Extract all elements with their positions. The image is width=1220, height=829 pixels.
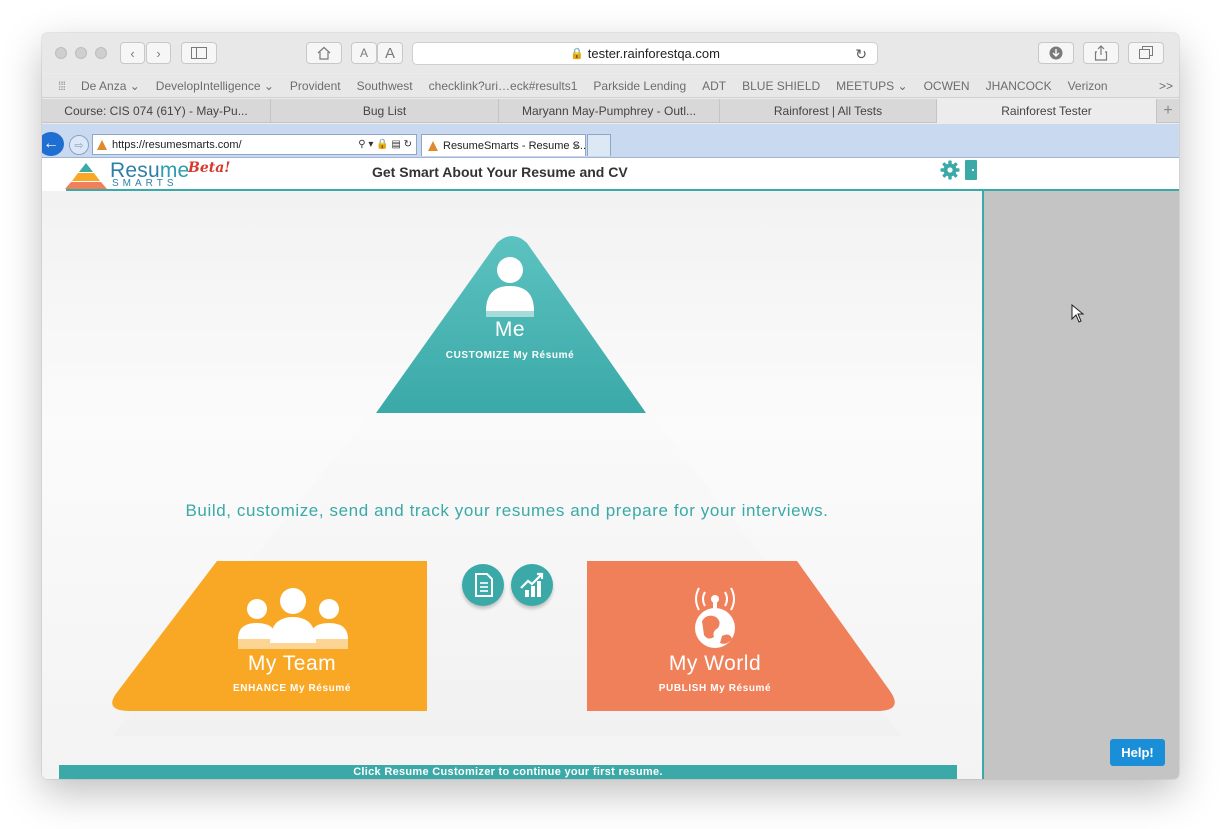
home-icon: [317, 46, 331, 60]
back-button[interactable]: ‹: [120, 42, 145, 64]
my-world-subtitle: PUBLISH My Résumé: [658, 683, 772, 694]
tab-course[interactable]: Course: CIS 074 (61Y) - May-Pu...: [42, 99, 271, 123]
logout-door-icon[interactable]: [965, 160, 977, 180]
close-window-button[interactable]: [55, 47, 67, 59]
bookmark-item[interactable]: OCWEN: [924, 79, 970, 93]
url-tools-icon[interactable]: ⚲ ▾ 🔒 ▤ ↻: [358, 139, 412, 150]
bookmark-item[interactable]: Southwest: [357, 79, 413, 93]
minimize-window-button[interactable]: [75, 47, 87, 59]
bookmarks-bar: ⁞⁞⁞ De Anza ⌄ DevelopIntelligence ⌄ Prov…: [42, 74, 1179, 98]
downloads-button[interactable]: [1038, 42, 1074, 64]
sidebar-button[interactable]: [181, 42, 217, 64]
browser-window: ‹ › A A 🔒 tester.rainforestqa.com ↻ ⁞⁞⁞ …: [42, 33, 1179, 779]
pyramid-graphic: [112, 236, 902, 736]
forward-arrow-icon[interactable]: ⇨: [69, 135, 89, 155]
inner-tab[interactable]: ResumeSmarts - Resume S... ×: [421, 134, 590, 156]
chevron-right-icon: ›: [156, 45, 161, 61]
growth-chart-icon: [520, 572, 544, 597]
my-world-title: My World: [668, 652, 762, 675]
share-icon: [1094, 45, 1108, 61]
bookmark-item[interactable]: Verizon: [1068, 79, 1108, 93]
bookmark-item[interactable]: De Anza ⌄: [81, 79, 140, 93]
me-title: Me: [494, 318, 526, 341]
sidebar-icon: [191, 47, 207, 59]
bookmark-item[interactable]: BLUE SHIELD: [742, 79, 820, 93]
tab-rainforest-tester[interactable]: Rainforest Tester: [937, 99, 1157, 123]
bookmark-item[interactable]: ADT: [702, 79, 726, 93]
reload-icon[interactable]: ↻: [855, 46, 867, 63]
close-icon[interactable]: ×: [572, 139, 579, 153]
my-team-title: My Team: [247, 652, 337, 675]
my-team-subtitle: ENHANCE My Résumé: [232, 683, 351, 694]
bookmarks-more[interactable]: >>: [1159, 79, 1173, 93]
forward-button[interactable]: ›: [146, 42, 171, 64]
headline: Build, customize, send and track your re…: [185, 501, 829, 520]
page-title: Get Smart About Your Resume and CV: [372, 164, 628, 180]
bookmark-item[interactable]: DevelopIntelligence ⌄: [156, 79, 274, 93]
bookmark-item[interactable]: Provident: [290, 79, 341, 93]
document-button[interactable]: [462, 564, 504, 606]
logo-subtitle: SMARTS: [112, 178, 178, 189]
bookmark-item[interactable]: checklink?uri…eck#results1: [429, 79, 578, 93]
tab-bar: Course: CIS 074 (61Y) - May-Pu... Bug Li…: [42, 99, 1179, 123]
tabs-overview-button[interactable]: [1128, 42, 1164, 64]
favicon-icon: [97, 139, 107, 150]
page-content: Resume SMARTS Beta! Get Smart About Your…: [42, 158, 1179, 779]
inner-browser-bar: ← ⇨ https://resumesmarts.com/ ⚲ ▾ 🔒 ▤ ↻ …: [42, 124, 1179, 158]
pyramid-logo-icon: [65, 163, 107, 189]
chevron-left-icon: ‹: [130, 45, 135, 61]
tab-bug-list[interactable]: Bug List: [271, 99, 499, 123]
tracking-button[interactable]: [511, 564, 553, 606]
resume-customizer-banner[interactable]: Click Resume Customizer to continue your…: [59, 765, 957, 779]
tabs-icon: [1139, 46, 1153, 59]
mouse-cursor-icon: [1071, 304, 1085, 323]
zoom-window-button[interactable]: [95, 47, 107, 59]
new-tab-button[interactable]: +: [1157, 99, 1179, 123]
address-bar[interactable]: 🔒 tester.rainforestqa.com ↻: [412, 42, 878, 65]
download-icon: [1049, 46, 1063, 60]
pyramid-area: Me CUSTOMIZE My Résumé Build, customize,…: [42, 191, 982, 779]
bookmark-item[interactable]: MEETUPS ⌄: [836, 79, 907, 93]
side-panel: [982, 191, 1179, 779]
inner-new-tab-button[interactable]: [587, 134, 611, 156]
grid-icon[interactable]: ⁞⁞⁞: [58, 79, 66, 93]
address-text: tester.rainforestqa.com: [587, 46, 720, 61]
share-button[interactable]: [1083, 42, 1119, 64]
bookmark-item[interactable]: Parkside Lending: [593, 79, 686, 93]
text-smaller-button[interactable]: A: [351, 42, 377, 64]
tab-all-tests[interactable]: Rainforest | All Tests: [720, 99, 937, 123]
safari-toolbar: ‹ › A A 🔒 tester.rainforestqa.com ↻: [42, 33, 1179, 73]
logo[interactable]: Resume SMARTS Beta!: [64, 159, 234, 190]
me-subtitle: CUSTOMIZE My Résumé: [445, 350, 575, 361]
gear-icon[interactable]: [940, 160, 960, 180]
text-larger-button[interactable]: A: [377, 42, 403, 64]
inner-url-field[interactable]: https://resumesmarts.com/ ⚲ ▾ 🔒 ▤ ↻: [92, 134, 417, 155]
inner-tab-title: ResumeSmarts - Resume S...: [443, 139, 590, 152]
lock-icon: 🔒: [570, 48, 584, 60]
home-button[interactable]: [306, 42, 342, 64]
tab-outlook[interactable]: Maryann May-Pumphrey - Outl...: [499, 99, 720, 123]
back-arrow-icon[interactable]: ←: [42, 132, 64, 156]
favicon-icon: [428, 140, 438, 151]
inner-url-text: https://resumesmarts.com/: [112, 138, 242, 151]
beta-badge: Beta!: [188, 160, 231, 176]
help-button[interactable]: Help!: [1110, 739, 1165, 766]
bookmark-item[interactable]: JHANCOCK: [986, 79, 1052, 93]
document-icon: [475, 573, 493, 597]
site-header: Resume SMARTS Beta! Get Smart About Your…: [42, 158, 1179, 191]
